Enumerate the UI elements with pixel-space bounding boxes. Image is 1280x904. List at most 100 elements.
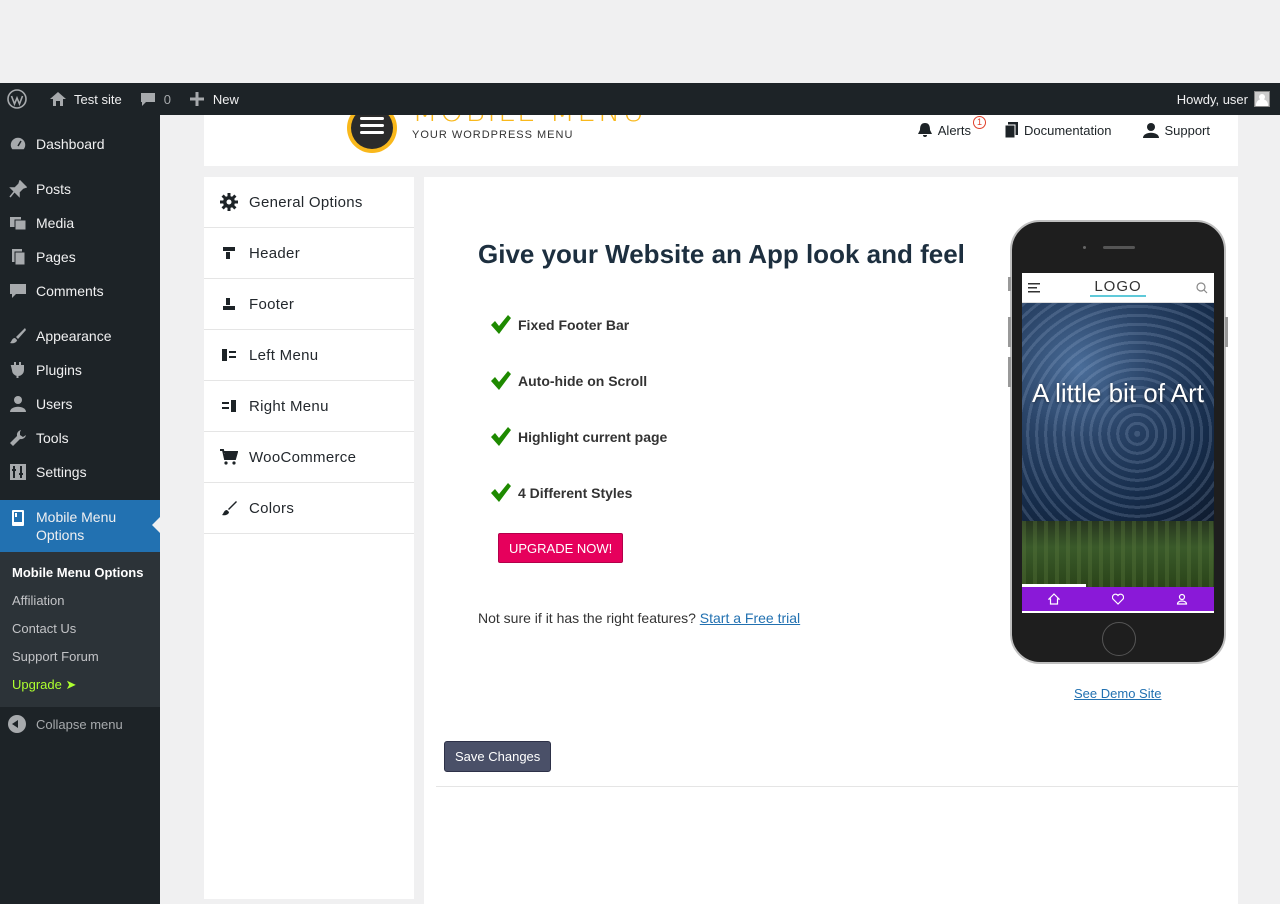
documentation-link[interactable]: Documentation (1003, 122, 1111, 138)
phone-forest-image (1022, 521, 1214, 587)
sidebar-item-label: Appearance (36, 328, 112, 344)
sidebar-item-label: Pages (36, 249, 76, 265)
page-title: Give your Website an App look and feel (478, 239, 965, 269)
right-menu-icon (219, 396, 239, 416)
submenu: Mobile Menu Options Affiliation Contact … (0, 552, 160, 707)
comments-link[interactable]: 0 (130, 83, 179, 115)
plugin-header: MOBILE MENU YOUR WORDPRESS MENU Alerts 1… (204, 103, 1238, 166)
sidebar-item-posts[interactable]: Posts (0, 172, 160, 206)
tab-right-menu[interactable]: Right Menu (204, 381, 414, 432)
tab-label: Colors (249, 499, 295, 517)
tab-general-options[interactable]: General Options (204, 177, 414, 228)
pin-icon (8, 179, 28, 199)
comment-icon (8, 281, 28, 301)
tab-left-menu[interactable]: Left Menu (204, 330, 414, 381)
tab-colors[interactable]: Colors (204, 483, 414, 534)
bell-icon (917, 122, 933, 138)
phone-logo: LOGO (1090, 278, 1146, 297)
tab-label: General Options (249, 193, 363, 211)
account-menu[interactable]: Howdy, user (1169, 83, 1280, 115)
gear-icon (219, 192, 239, 212)
phone-home-button (1102, 622, 1136, 656)
phone-footer-bar (1022, 587, 1214, 611)
sidebar-item-tools[interactable]: Tools (0, 421, 160, 455)
feature-item: Highlight current page (490, 409, 667, 465)
pages-icon (8, 247, 28, 267)
user-icon (1176, 593, 1188, 605)
submenu-support-forum[interactable]: Support Forum (0, 643, 160, 671)
paintbrush-icon (219, 498, 239, 518)
free-trial-link[interactable]: Start a Free trial (700, 610, 800, 626)
submenu-affiliation[interactable]: Affiliation (0, 587, 160, 615)
submenu-upgrade[interactable]: Upgrade ➤ (0, 671, 160, 699)
feature-item: Fixed Footer Bar (490, 297, 667, 353)
tab-woocommerce[interactable]: WooCommerce (204, 432, 414, 483)
sidebar-item-comments[interactable]: Comments (0, 274, 160, 308)
submenu-mobile-menu-options[interactable]: Mobile Menu Options (0, 559, 160, 587)
tab-label: Footer (249, 295, 295, 313)
collapse-label: Collapse menu (36, 716, 123, 732)
brush-icon (8, 326, 28, 346)
save-changes-button[interactable]: Save Changes (444, 741, 552, 772)
tab-label: Right Menu (249, 397, 329, 415)
new-content-link[interactable]: New (179, 83, 247, 115)
plus-icon (187, 89, 207, 109)
sidebar-item-label: Mobile Menu Options (36, 509, 117, 543)
collapse-menu-button[interactable]: Collapse menu (0, 707, 160, 741)
collapse-icon (8, 715, 26, 733)
wordpress-logo-button[interactable] (0, 83, 40, 115)
tab-footer[interactable]: Footer (204, 279, 414, 330)
left-menu-icon (219, 345, 239, 365)
sidebar-item-dashboard[interactable]: Dashboard (0, 127, 160, 161)
sidebar-item-users[interactable]: Users (0, 387, 160, 421)
alerts-count-badge: 1 (973, 116, 986, 129)
sidebar-item-label: Comments (36, 283, 104, 299)
home-icon (1048, 593, 1060, 605)
plugin-icon (8, 360, 28, 380)
submenu-contact-us[interactable]: Contact Us (0, 615, 160, 643)
feature-item: Auto-hide on Scroll (490, 353, 667, 409)
site-name-link[interactable]: Test site (40, 83, 130, 115)
feature-label: Auto-hide on Scroll (518, 373, 648, 389)
dashboard-icon (8, 134, 28, 154)
tab-label: WooCommerce (249, 448, 357, 466)
sidebar-item-label: Media (36, 215, 75, 231)
site-name: Test site (74, 91, 122, 107)
sidebar-item-label: Users (36, 396, 73, 412)
support-user-icon (1143, 122, 1160, 138)
cart-icon (219, 447, 239, 467)
alerts-link[interactable]: Alerts 1 (917, 116, 986, 138)
phone-mockup: LOGO A little bit of Art (1008, 220, 1228, 664)
feature-label: Fixed Footer Bar (518, 317, 630, 333)
settings-icon (8, 462, 28, 482)
support-link[interactable]: Support (1143, 122, 1210, 138)
new-label: New (212, 91, 239, 107)
comment-icon (138, 89, 158, 109)
howdy-text: Howdy, user (1176, 91, 1248, 107)
feature-label: 4 Different Styles (518, 485, 633, 501)
upgrade-now-button[interactable]: UPGRADE NOW! (498, 533, 624, 563)
logo-subtitle: YOUR WORDPRESS MENU (412, 129, 574, 141)
see-demo-site-link[interactable]: See Demo Site (1074, 686, 1161, 701)
wordpress-icon (7, 89, 27, 109)
sidebar-item-label: Dashboard (36, 136, 105, 152)
sidebar-item-pages[interactable]: Pages (0, 240, 160, 274)
tab-header[interactable]: Header (204, 228, 414, 279)
sidebar-item-plugins[interactable]: Plugins (0, 353, 160, 387)
admin-sidebar: Dashboard Posts Media Pages Comments App… (0, 115, 160, 904)
checkmark-icon (491, 427, 511, 446)
comments-count: 0 (163, 91, 171, 107)
sidebar-item-media[interactable]: Media (0, 206, 160, 240)
checkmark-icon (491, 371, 511, 390)
user-icon (8, 394, 28, 414)
header-icon (219, 243, 239, 263)
divider (436, 786, 1238, 787)
sidebar-item-settings[interactable]: Settings (0, 455, 160, 489)
alerts-label: Alerts (937, 122, 971, 138)
tab-label: Left Menu (249, 346, 319, 364)
support-label: Support (1164, 122, 1210, 138)
sidebar-item-appearance[interactable]: Appearance (0, 319, 160, 353)
heart-icon (1112, 593, 1124, 605)
feature-label: Highlight current page (518, 429, 668, 445)
sidebar-item-mobile-menu-options[interactable]: Mobile Menu Options (0, 500, 160, 552)
